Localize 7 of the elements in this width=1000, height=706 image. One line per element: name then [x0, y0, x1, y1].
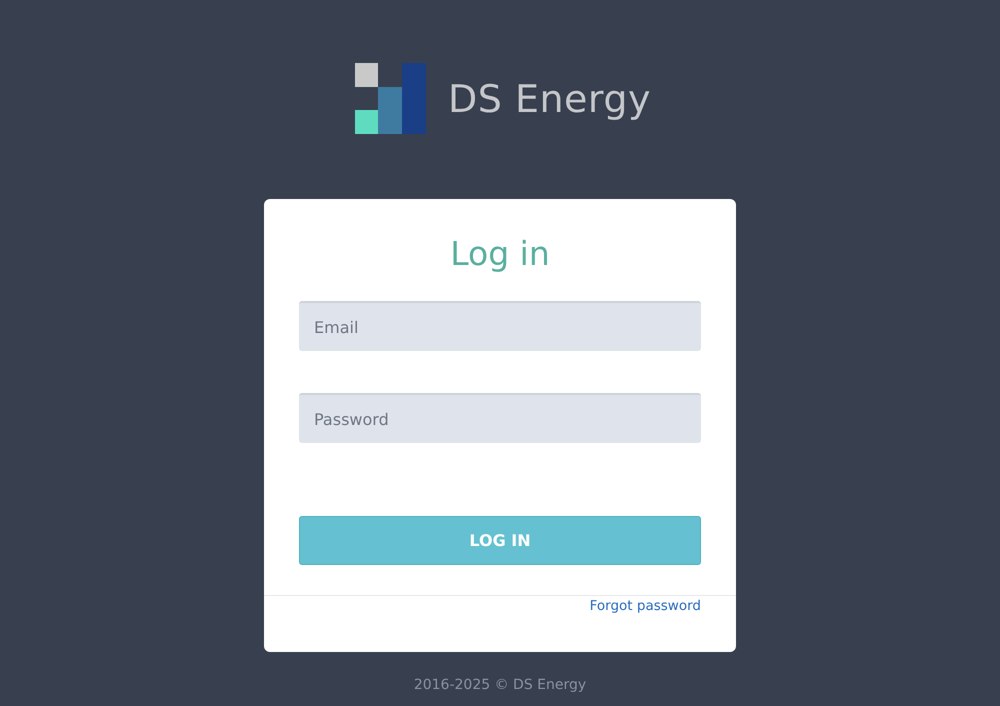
logo-icon [355, 63, 426, 134]
forgot-password-link[interactable]: Forgot password [590, 598, 701, 614]
logo-text: DS Energy [448, 76, 651, 120]
login-title: Log in [450, 233, 550, 275]
password-field[interactable]: Password [299, 393, 701, 443]
footer-text: 2016-2025 © DS Energy [414, 677, 586, 693]
email-field[interactable]: Email [299, 301, 701, 351]
